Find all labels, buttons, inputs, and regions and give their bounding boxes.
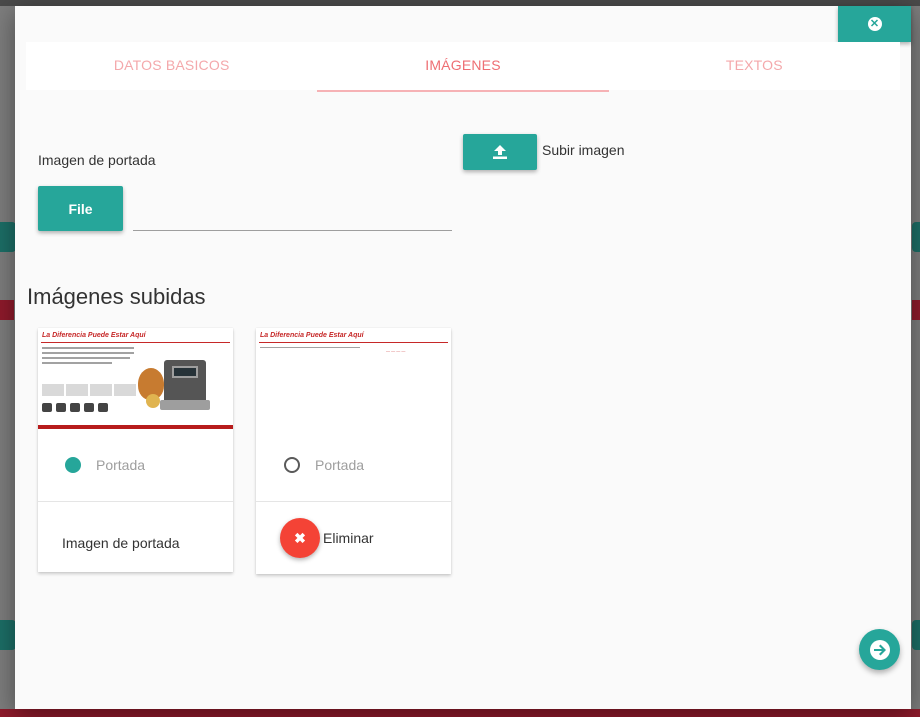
delete-label[interactable]: Eliminar <box>323 530 374 546</box>
tab-datos-basicos[interactable]: DATOS BASICOS <box>26 42 317 90</box>
upload-image-button[interactable] <box>463 134 537 170</box>
thumbnail-title: La Diferencia Puede Estar Aquí <box>42 332 146 339</box>
delete-image-button[interactable]: ✖ <box>280 518 320 558</box>
image-card: La Diferencia Puede Estar Aquí — — — — P… <box>256 328 451 574</box>
tab-imagenes[interactable]: IMÁGENES <box>317 42 609 92</box>
image-card: La Diferencia Puede Estar Aquí Portada I… <box>38 328 233 572</box>
file-button[interactable]: File <box>38 186 123 231</box>
radio-unchecked-icon[interactable] <box>284 457 300 473</box>
next-button[interactable] <box>859 629 900 670</box>
upload-image-label: Subir imagen <box>542 142 625 158</box>
image-upload-modal: ✕ DATOS BASICOS IMÁGENES TEXTOS Imagen d… <box>15 6 911 709</box>
background-button <box>0 620 16 650</box>
background-button <box>912 620 920 650</box>
radio-label: Portada <box>96 457 146 473</box>
background-banner <box>912 300 920 320</box>
background-bottom-bar <box>0 709 920 717</box>
image-thumbnail: La Diferencia Puede Estar Aquí <box>38 328 233 429</box>
image-thumbnail: La Diferencia Puede Estar Aquí — — — — <box>256 328 451 429</box>
delete-x-icon: ✖ <box>294 529 306 546</box>
cover-radio[interactable]: Portada <box>65 455 145 475</box>
background-button <box>912 222 920 252</box>
arrow-right-icon <box>869 639 890 660</box>
file-path-input[interactable] <box>133 201 452 231</box>
radio-label: Portada <box>315 457 365 473</box>
close-modal-button[interactable]: ✕ <box>838 6 911 42</box>
upload-icon <box>493 145 507 159</box>
tab-bar: DATOS BASICOS IMÁGENES TEXTOS <box>26 42 900 92</box>
cover-image-label: Imagen de portada <box>38 152 156 168</box>
background-banner <box>0 300 14 320</box>
thumbnail-title: La Diferencia Puede Estar Aquí <box>260 332 364 339</box>
cover-image-status: Imagen de portada <box>62 535 180 551</box>
radio-checked-icon[interactable] <box>65 457 81 473</box>
close-circle-icon: ✕ <box>867 17 882 31</box>
tab-textos[interactable]: TEXTOS <box>609 42 900 90</box>
cover-radio[interactable]: Portada <box>284 455 364 475</box>
background-button <box>0 222 16 252</box>
uploaded-images-title: Imágenes subidas <box>27 284 206 309</box>
